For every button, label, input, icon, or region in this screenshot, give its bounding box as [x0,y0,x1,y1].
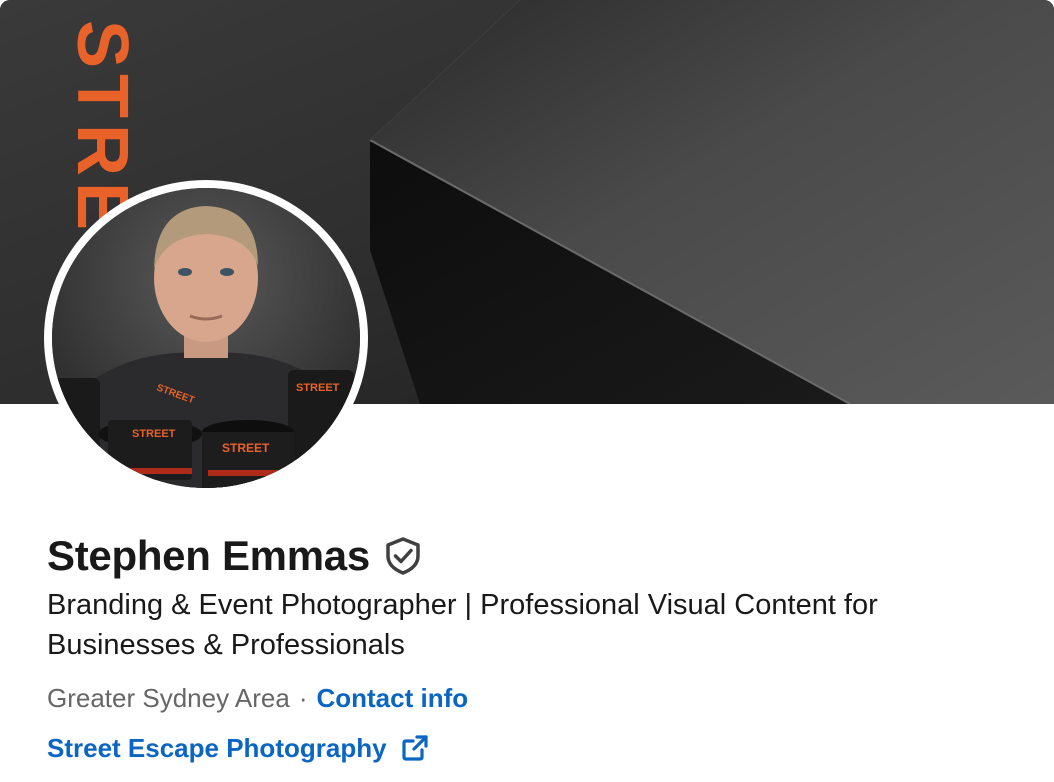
contact-info-link[interactable]: Contact info [316,680,468,716]
lens-left [52,378,100,458]
website-link[interactable]: Street Escape Photography [47,730,429,766]
profile-name-row: Stephen Emmas [47,528,422,584]
svg-text:STREET: STREET [296,382,340,394]
verified-shield-icon[interactable] [384,536,422,576]
lens-right: STREET [288,370,354,460]
profile-photo-graphic: STREET STREET STREET STREET [52,188,360,488]
svg-text:STREET: STREET [132,428,176,440]
profile-photo-frame: STREET STREET STREET STREET [44,180,368,496]
external-link-icon [401,734,429,762]
svg-text:STREET: STREET [222,441,270,455]
profile-location: Greater Sydney Area [47,683,290,713]
profile-headline: Branding & Event Photographer | Professi… [47,589,878,661]
profile-name: Stephen Emmas [47,532,370,579]
profile-meta-row: Greater Sydney Area · Contact info [47,680,468,716]
profile-card: STREET STREET STREET STREET STREET Steph… [0,0,1054,782]
meta-separator: · [298,683,308,713]
website-link-label: Street Escape Photography [47,733,387,763]
lens-center-hood: STREET [202,420,294,488]
profile-photo[interactable]: STREET STREET STREET STREET [52,188,360,488]
lens-center-wide: STREET [98,420,202,480]
